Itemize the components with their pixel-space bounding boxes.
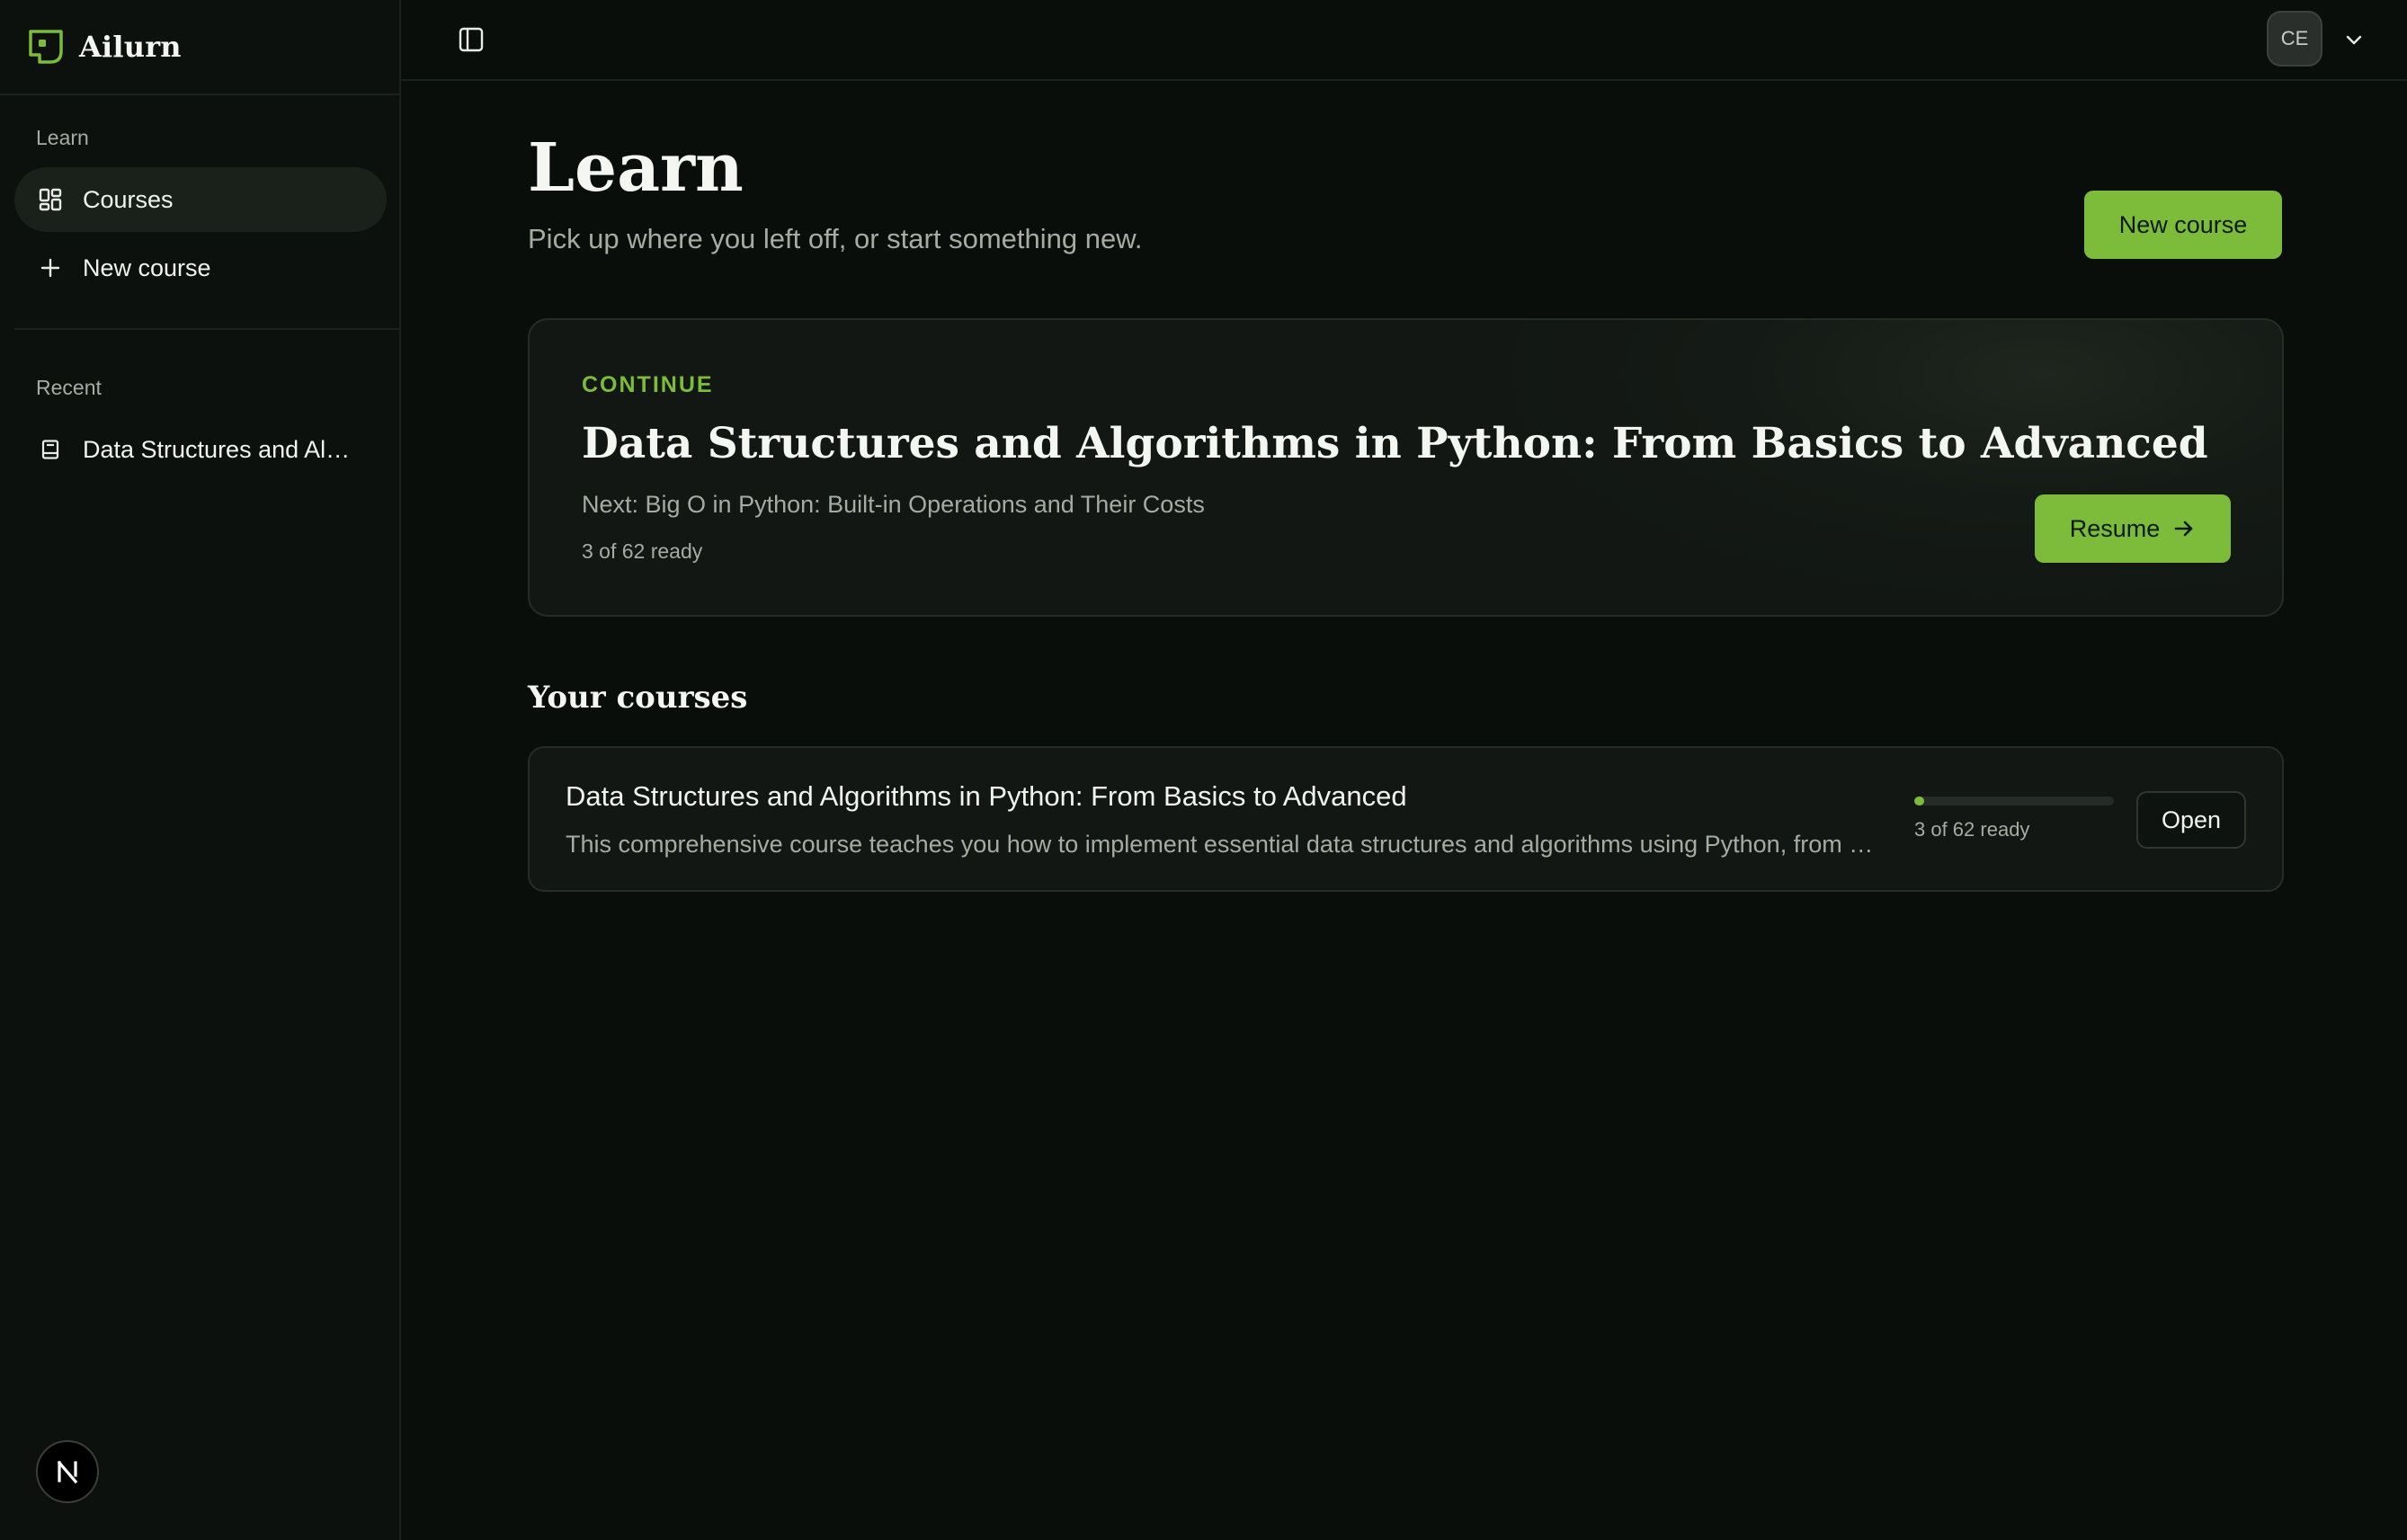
course-card[interactable]: Data Structures and Algorithms in Python… [528, 746, 2284, 892]
chevron-down-icon[interactable] [2341, 27, 2367, 52]
continue-ready-count: 3 of 62 ready [582, 539, 703, 563]
page-subtitle: Pick up where you left off, or start som… [528, 223, 1143, 254]
next-dev-badge[interactable] [36, 1440, 99, 1503]
sidebar-divider [14, 328, 401, 330]
sidebar-item-label: Courses [83, 185, 174, 213]
sidebar-toggle-button[interactable] [455, 23, 487, 56]
new-course-button[interactable]: New course [2084, 191, 2282, 259]
resume-button[interactable]: Resume [2035, 494, 2231, 563]
sidebar: Ailurn Learn Courses New course Recent D… [0, 0, 401, 1540]
grid-icon [38, 187, 63, 212]
avatar[interactable]: CE [2267, 11, 2322, 67]
brand[interactable]: Ailurn [27, 25, 182, 68]
sidebar-item-label: New course [83, 254, 211, 281]
sidebar-item-label: Data Structures and Algorithms in Python… [83, 435, 360, 463]
sidebar-recent-item[interactable]: Data Structures and Algorithms in Python… [14, 417, 387, 482]
page-title: Learn [528, 129, 744, 207]
course-description: This comprehensive course teaches you ho… [566, 831, 1885, 858]
course-progress-fill [1914, 797, 1924, 806]
continue-label: CONTINUE [582, 372, 714, 397]
continue-next-lesson: Next: Big O in Python: Built-in Operatio… [582, 491, 1205, 518]
plus-icon [38, 255, 63, 280]
sidebar-divider [0, 93, 401, 95]
your-courses-heading: Your courses [528, 680, 748, 716]
sidebar-section-recent: Recent [36, 376, 102, 399]
sidebar-toggle-icon [459, 27, 484, 52]
resume-label: Resume [2069, 514, 2161, 542]
course-title: Data Structures and Algorithms in Python… [566, 780, 1407, 812]
ailurn-logo-icon [29, 30, 63, 64]
course-progress-label: 3 of 62 ready [1914, 818, 2030, 841]
continue-course-title: Data Structures and Algorithms in Python… [582, 419, 2208, 468]
book-icon [38, 437, 63, 462]
brand-name: Ailurn [79, 30, 182, 64]
sidebar-item-new-course[interactable]: New course [14, 236, 387, 300]
arrow-right-icon [2174, 521, 2193, 537]
topbar: CE [401, 0, 2407, 81]
continue-card: CONTINUE Data Structures and Algorithms … [528, 318, 2284, 617]
course-progress-bar [1914, 797, 2114, 806]
sidebar-item-courses[interactable]: Courses [14, 167, 387, 232]
open-course-button[interactable]: Open [2136, 791, 2246, 849]
n-logo-icon [57, 1460, 78, 1484]
sidebar-section-learn: Learn [36, 126, 89, 149]
